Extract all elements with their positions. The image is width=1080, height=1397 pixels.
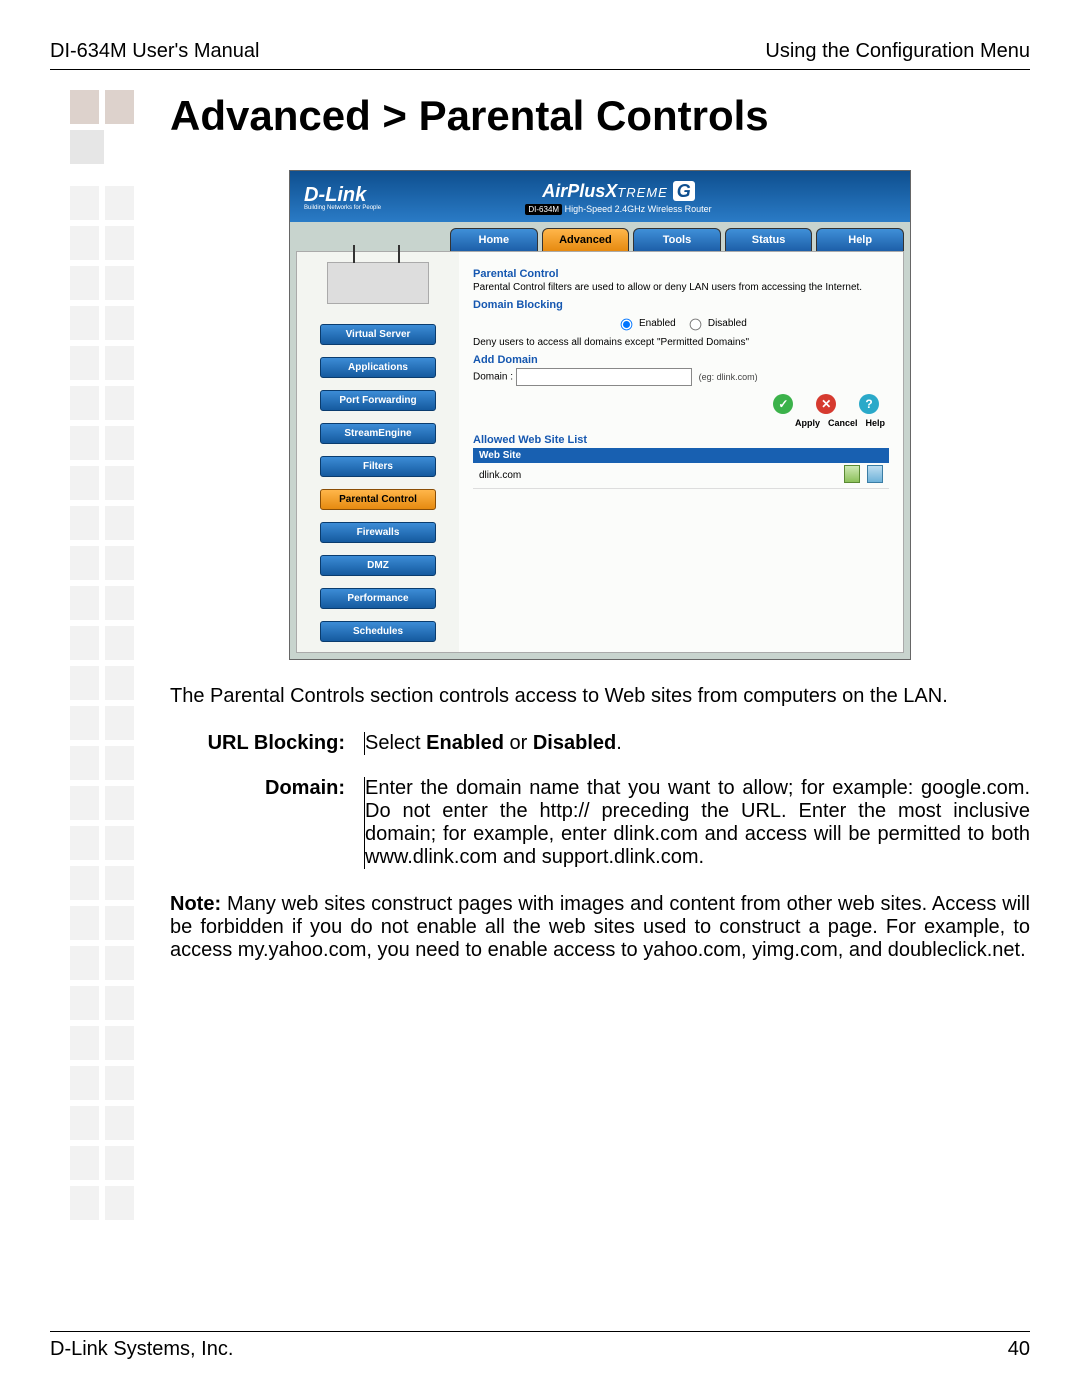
- section-title: Using the Configuration Menu: [765, 40, 1030, 63]
- sidebar-item-schedules[interactable]: Schedules: [320, 621, 436, 642]
- tab-home[interactable]: Home: [450, 228, 538, 251]
- table-header: Web Site: [473, 448, 889, 463]
- model-line: DI-634M High-Speed 2.4GHz Wireless Route…: [525, 204, 711, 214]
- dlink-logo: D-Link Building Networks for People: [304, 185, 381, 211]
- enabled-radio[interactable]: [621, 319, 633, 331]
- sidebar-item-streamengine[interactable]: StreamEngine: [320, 423, 436, 444]
- disabled-radio[interactable]: [690, 319, 702, 331]
- note-paragraph: Note: Many web sites construct pages wit…: [170, 893, 1030, 962]
- sidebar-item-parental-control[interactable]: Parental Control: [320, 489, 436, 510]
- sidebar-item-virtual-server[interactable]: Virtual Server: [320, 324, 436, 345]
- sidebar-item-firewalls[interactable]: Firewalls: [320, 522, 436, 543]
- domain-label: Domain :: [473, 372, 513, 383]
- delete-icon[interactable]: [867, 465, 883, 483]
- add-domain-heading: Add Domain: [473, 354, 889, 366]
- cancel-label: Cancel: [828, 418, 858, 428]
- url-blocking-label: URL Blocking:: [170, 732, 345, 755]
- table-cell-site: dlink.com: [479, 470, 840, 481]
- disabled-radio-label[interactable]: Disabled: [684, 318, 747, 329]
- tab-status[interactable]: Status: [725, 228, 813, 251]
- sidebar-item-dmz[interactable]: DMZ: [320, 555, 436, 576]
- domain-hint: (eg: dlink.com): [699, 372, 758, 382]
- edit-icon[interactable]: [844, 465, 860, 483]
- domain-def-desc: Enter the domain name that you want to a…: [365, 777, 1030, 869]
- help-label: Help: [865, 418, 885, 428]
- page-number: 40: [1008, 1338, 1030, 1361]
- table-row: dlink.com: [473, 463, 889, 489]
- footer-company: D-Link Systems, Inc.: [50, 1338, 233, 1361]
- domain-blocking-heading: Domain Blocking: [473, 299, 889, 311]
- decorative-squares: [70, 90, 140, 1226]
- url-blocking-desc: Select Enabled or Disabled.: [365, 732, 1030, 755]
- apply-icon[interactable]: ✓: [773, 394, 793, 414]
- page-title: Advanced > Parental Controls: [170, 92, 1030, 140]
- help-icon[interactable]: ?: [859, 394, 879, 414]
- apply-label: Apply: [795, 418, 820, 428]
- router-screenshot: D-Link Building Networks for People AirP…: [289, 170, 911, 660]
- body-paragraph-1: The Parental Controls section controls a…: [170, 685, 1030, 708]
- product-line: AirPlusXTREME G: [525, 181, 711, 202]
- sidebar-item-port-forwarding[interactable]: Port Forwarding: [320, 390, 436, 411]
- device-image: [327, 262, 429, 304]
- sidebar-item-performance[interactable]: Performance: [320, 588, 436, 609]
- enabled-radio-label[interactable]: Enabled: [615, 318, 675, 329]
- allowed-heading: Allowed Web Site List: [473, 434, 889, 446]
- domain-def-label: Domain:: [170, 777, 345, 869]
- sidebar-item-filters[interactable]: Filters: [320, 456, 436, 477]
- parental-control-desc: Parental Control filters are used to all…: [473, 282, 889, 293]
- parental-control-heading: Parental Control: [473, 268, 889, 280]
- cancel-icon[interactable]: ✕: [816, 394, 836, 414]
- manual-title: DI-634M User's Manual: [50, 40, 259, 63]
- tab-help[interactable]: Help: [816, 228, 904, 251]
- tab-advanced[interactable]: Advanced: [542, 228, 630, 251]
- sidebar-item-applications[interactable]: Applications: [320, 357, 436, 378]
- deny-text: Deny users to access all domains except …: [473, 337, 889, 348]
- domain-input[interactable]: [516, 368, 692, 386]
- tab-tools[interactable]: Tools: [633, 228, 721, 251]
